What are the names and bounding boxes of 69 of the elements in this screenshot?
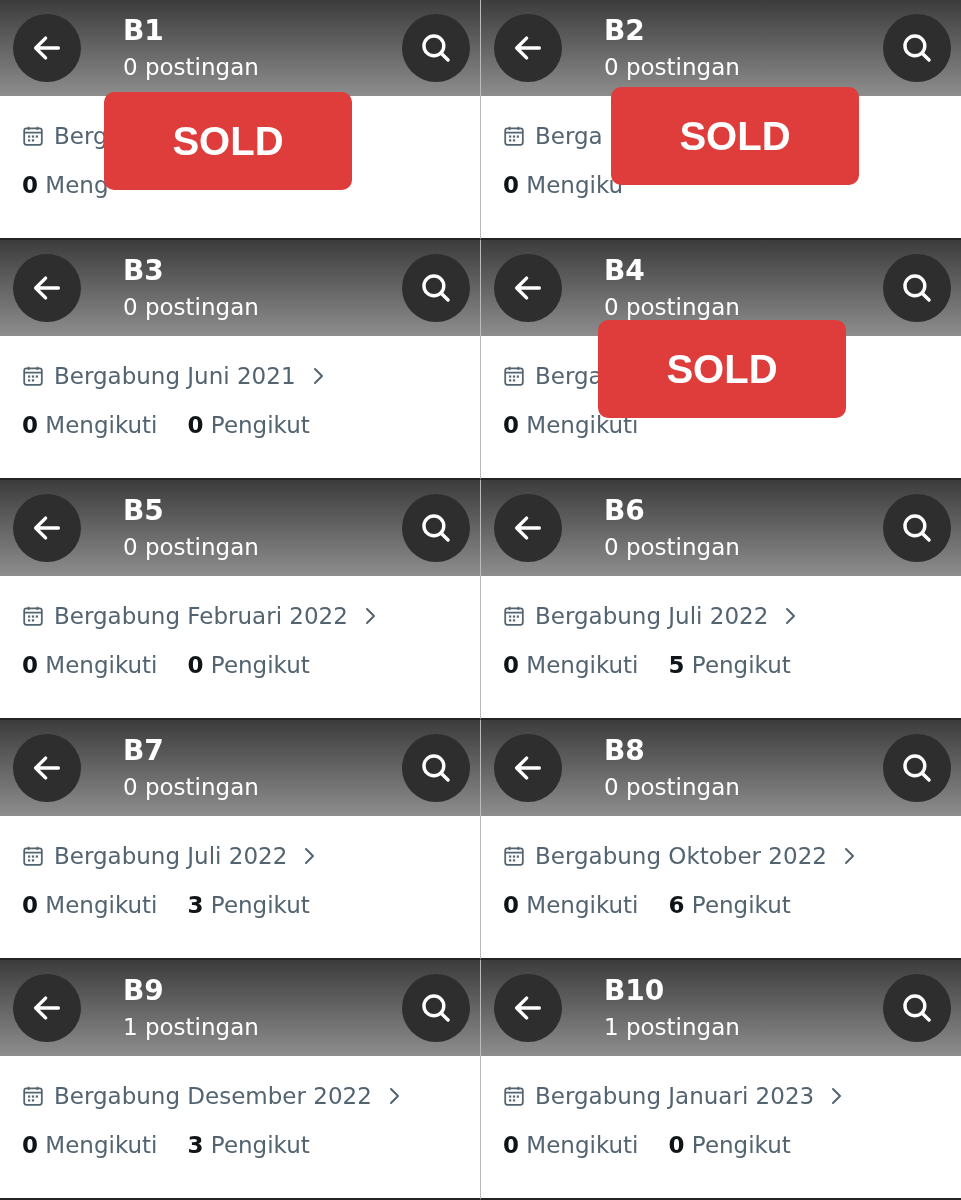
join-date: Bergabung Juli 2022 <box>535 603 769 629</box>
chevron-right-icon <box>311 366 324 386</box>
following-stat[interactable]: 0 Mengikuti <box>503 892 639 918</box>
profile-name: B3 <box>123 254 165 288</box>
search-icon <box>419 511 453 545</box>
calendar-icon <box>503 845 525 867</box>
post-count: 0 postingan <box>123 533 260 562</box>
search-icon <box>419 751 453 785</box>
join-date: Bergabung Oktober 2022 <box>535 843 827 869</box>
chevron-right-icon <box>830 1086 843 1106</box>
join-date: Bergabung Desember 2022 <box>54 1083 372 1109</box>
post-count: 0 postingan <box>604 293 741 322</box>
profile-name: B6 <box>604 494 646 528</box>
following-stat[interactable]: 0 Mengikuti <box>22 652 158 678</box>
search-icon <box>900 751 934 785</box>
followers-stat[interactable]: 3 Pengikut <box>187 1132 310 1158</box>
post-count: 0 postingan <box>604 53 741 82</box>
followers-stat[interactable]: 3 Pengikut <box>187 892 310 918</box>
join-date: Berga <box>535 123 603 149</box>
calendar-icon <box>503 125 525 147</box>
calendar-icon <box>503 1085 525 1107</box>
search-icon <box>419 991 453 1025</box>
chevron-right-icon <box>784 606 797 626</box>
calendar-icon <box>22 845 44 867</box>
following-stat[interactable]: 0 Mengikuti <box>22 1132 158 1158</box>
calendar-icon <box>22 365 44 387</box>
calendar-icon <box>503 605 525 627</box>
post-count: 0 postingan <box>123 773 260 802</box>
join-date: Bergabung Februari 2022 <box>54 603 348 629</box>
chevron-right-icon <box>363 606 376 626</box>
profile-name: B2 <box>604 14 646 48</box>
profile-name: B5 <box>123 494 165 528</box>
search-icon <box>900 991 934 1025</box>
following-stat[interactable]: 0 Mengikuti <box>503 1132 639 1158</box>
following-stat[interactable]: 0 Mengikuti <box>22 412 158 438</box>
profile-name: B9 <box>123 974 165 1008</box>
profile-name: B1 <box>123 14 165 48</box>
search-icon <box>900 271 934 305</box>
followers-stat[interactable]: 0 Pengikut <box>187 652 310 678</box>
calendar-icon <box>22 125 44 147</box>
post-count: 1 postingan <box>604 1013 741 1042</box>
followers-stat[interactable]: 5 Pengikut <box>668 652 791 678</box>
followers-stat[interactable]: 0 Pengikut <box>187 412 310 438</box>
profile-name: B8 <box>604 734 646 768</box>
profile-name: B4 <box>604 254 646 288</box>
post-count: 0 postingan <box>604 773 741 802</box>
calendar-icon <box>22 605 44 627</box>
followers-stat[interactable]: 6 Pengikut <box>668 892 791 918</box>
post-count: 0 postingan <box>123 293 260 322</box>
calendar-icon <box>503 365 525 387</box>
chevron-right-icon <box>387 1086 400 1106</box>
search-icon <box>900 511 934 545</box>
followers-stat[interactable]: 0 Pengikut <box>668 1132 791 1158</box>
search-icon <box>419 271 453 305</box>
following-stat[interactable]: 0 Mengikuti <box>22 892 158 918</box>
join-date: Bergabung Juli 2022 <box>54 843 288 869</box>
join-date: Bergabung Juni 2021 <box>54 363 296 389</box>
join-date: Bergabung Januari 2023 <box>535 1083 815 1109</box>
profile-name: B10 <box>604 974 666 1008</box>
search-icon <box>419 31 453 65</box>
following-stat[interactable]: 0 Mengikuti <box>503 652 639 678</box>
chevron-right-icon <box>303 846 316 866</box>
profile-name: B7 <box>123 734 165 768</box>
chevron-right-icon <box>842 846 855 866</box>
calendar-icon <box>22 1085 44 1107</box>
post-count: 0 postingan <box>604 533 741 562</box>
post-count: 1 postingan <box>123 1013 260 1042</box>
post-count: 0 postingan <box>123 53 260 82</box>
search-icon <box>900 31 934 65</box>
